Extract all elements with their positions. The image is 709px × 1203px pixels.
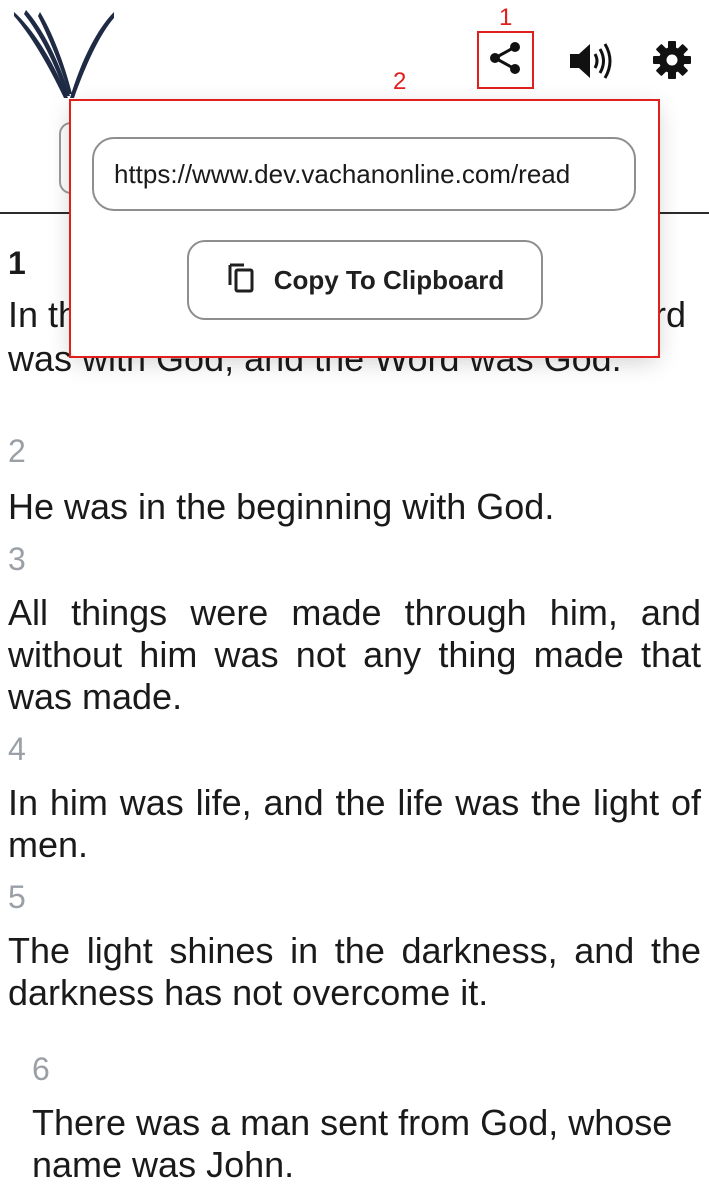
- share-icon: [487, 40, 523, 81]
- annotation-label-1: 1: [499, 4, 513, 31]
- verse-text: The light shines in the darkness, and th…: [8, 930, 701, 1013]
- verse-3: 3 All things were made through him, and …: [0, 540, 709, 718]
- share-popover: https://www.dev.vachanonline.com/read Co…: [71, 101, 658, 356]
- verse-4: 4 In him was life, and the life was the …: [0, 730, 709, 866]
- verse-number: 4: [8, 731, 26, 767]
- vachan-logo[interactable]: [12, 8, 116, 100]
- share-button[interactable]: [478, 33, 532, 87]
- verse-6: 6 There was a man sent from God, whose n…: [0, 1050, 709, 1186]
- share-url-text: https://www.dev.vachanonline.com/read: [114, 158, 571, 189]
- chapter-content: 1 In th ord was with God, and the Word w…: [0, 230, 709, 1186]
- top-bar: [0, 0, 709, 100]
- copy-to-clipboard-button[interactable]: Copy To Clipboard: [187, 240, 543, 320]
- copy-button-label: Copy To Clipboard: [273, 264, 505, 295]
- verse-text: All things were made through him, and wi…: [8, 592, 701, 717]
- verse-5: 5 The light shines in the darkness, and …: [0, 878, 709, 1014]
- verse-2: 2 He was in the beginning with God.: [0, 432, 709, 528]
- copy-icon: [226, 261, 256, 300]
- gear-icon: [652, 40, 692, 85]
- speaker-icon: [568, 41, 614, 86]
- audio-button[interactable]: [566, 40, 616, 86]
- verse-number: 3: [8, 541, 26, 577]
- settings-button[interactable]: [648, 38, 696, 86]
- verse-number: 2: [8, 433, 26, 469]
- verse-number: 5: [8, 879, 26, 915]
- verse-text: He was in the beginning with God.: [8, 486, 555, 527]
- annotation-label-2: 2: [393, 68, 407, 95]
- share-url-field[interactable]: https://www.dev.vachanonline.com/read: [92, 137, 636, 211]
- verse-number: 6: [32, 1051, 50, 1087]
- verse-text: There was a man sent from God, whose nam…: [32, 1102, 673, 1185]
- verse-text-fragment-left: In th: [8, 294, 79, 335]
- verse-text: In him was life, and the life was the li…: [8, 782, 701, 865]
